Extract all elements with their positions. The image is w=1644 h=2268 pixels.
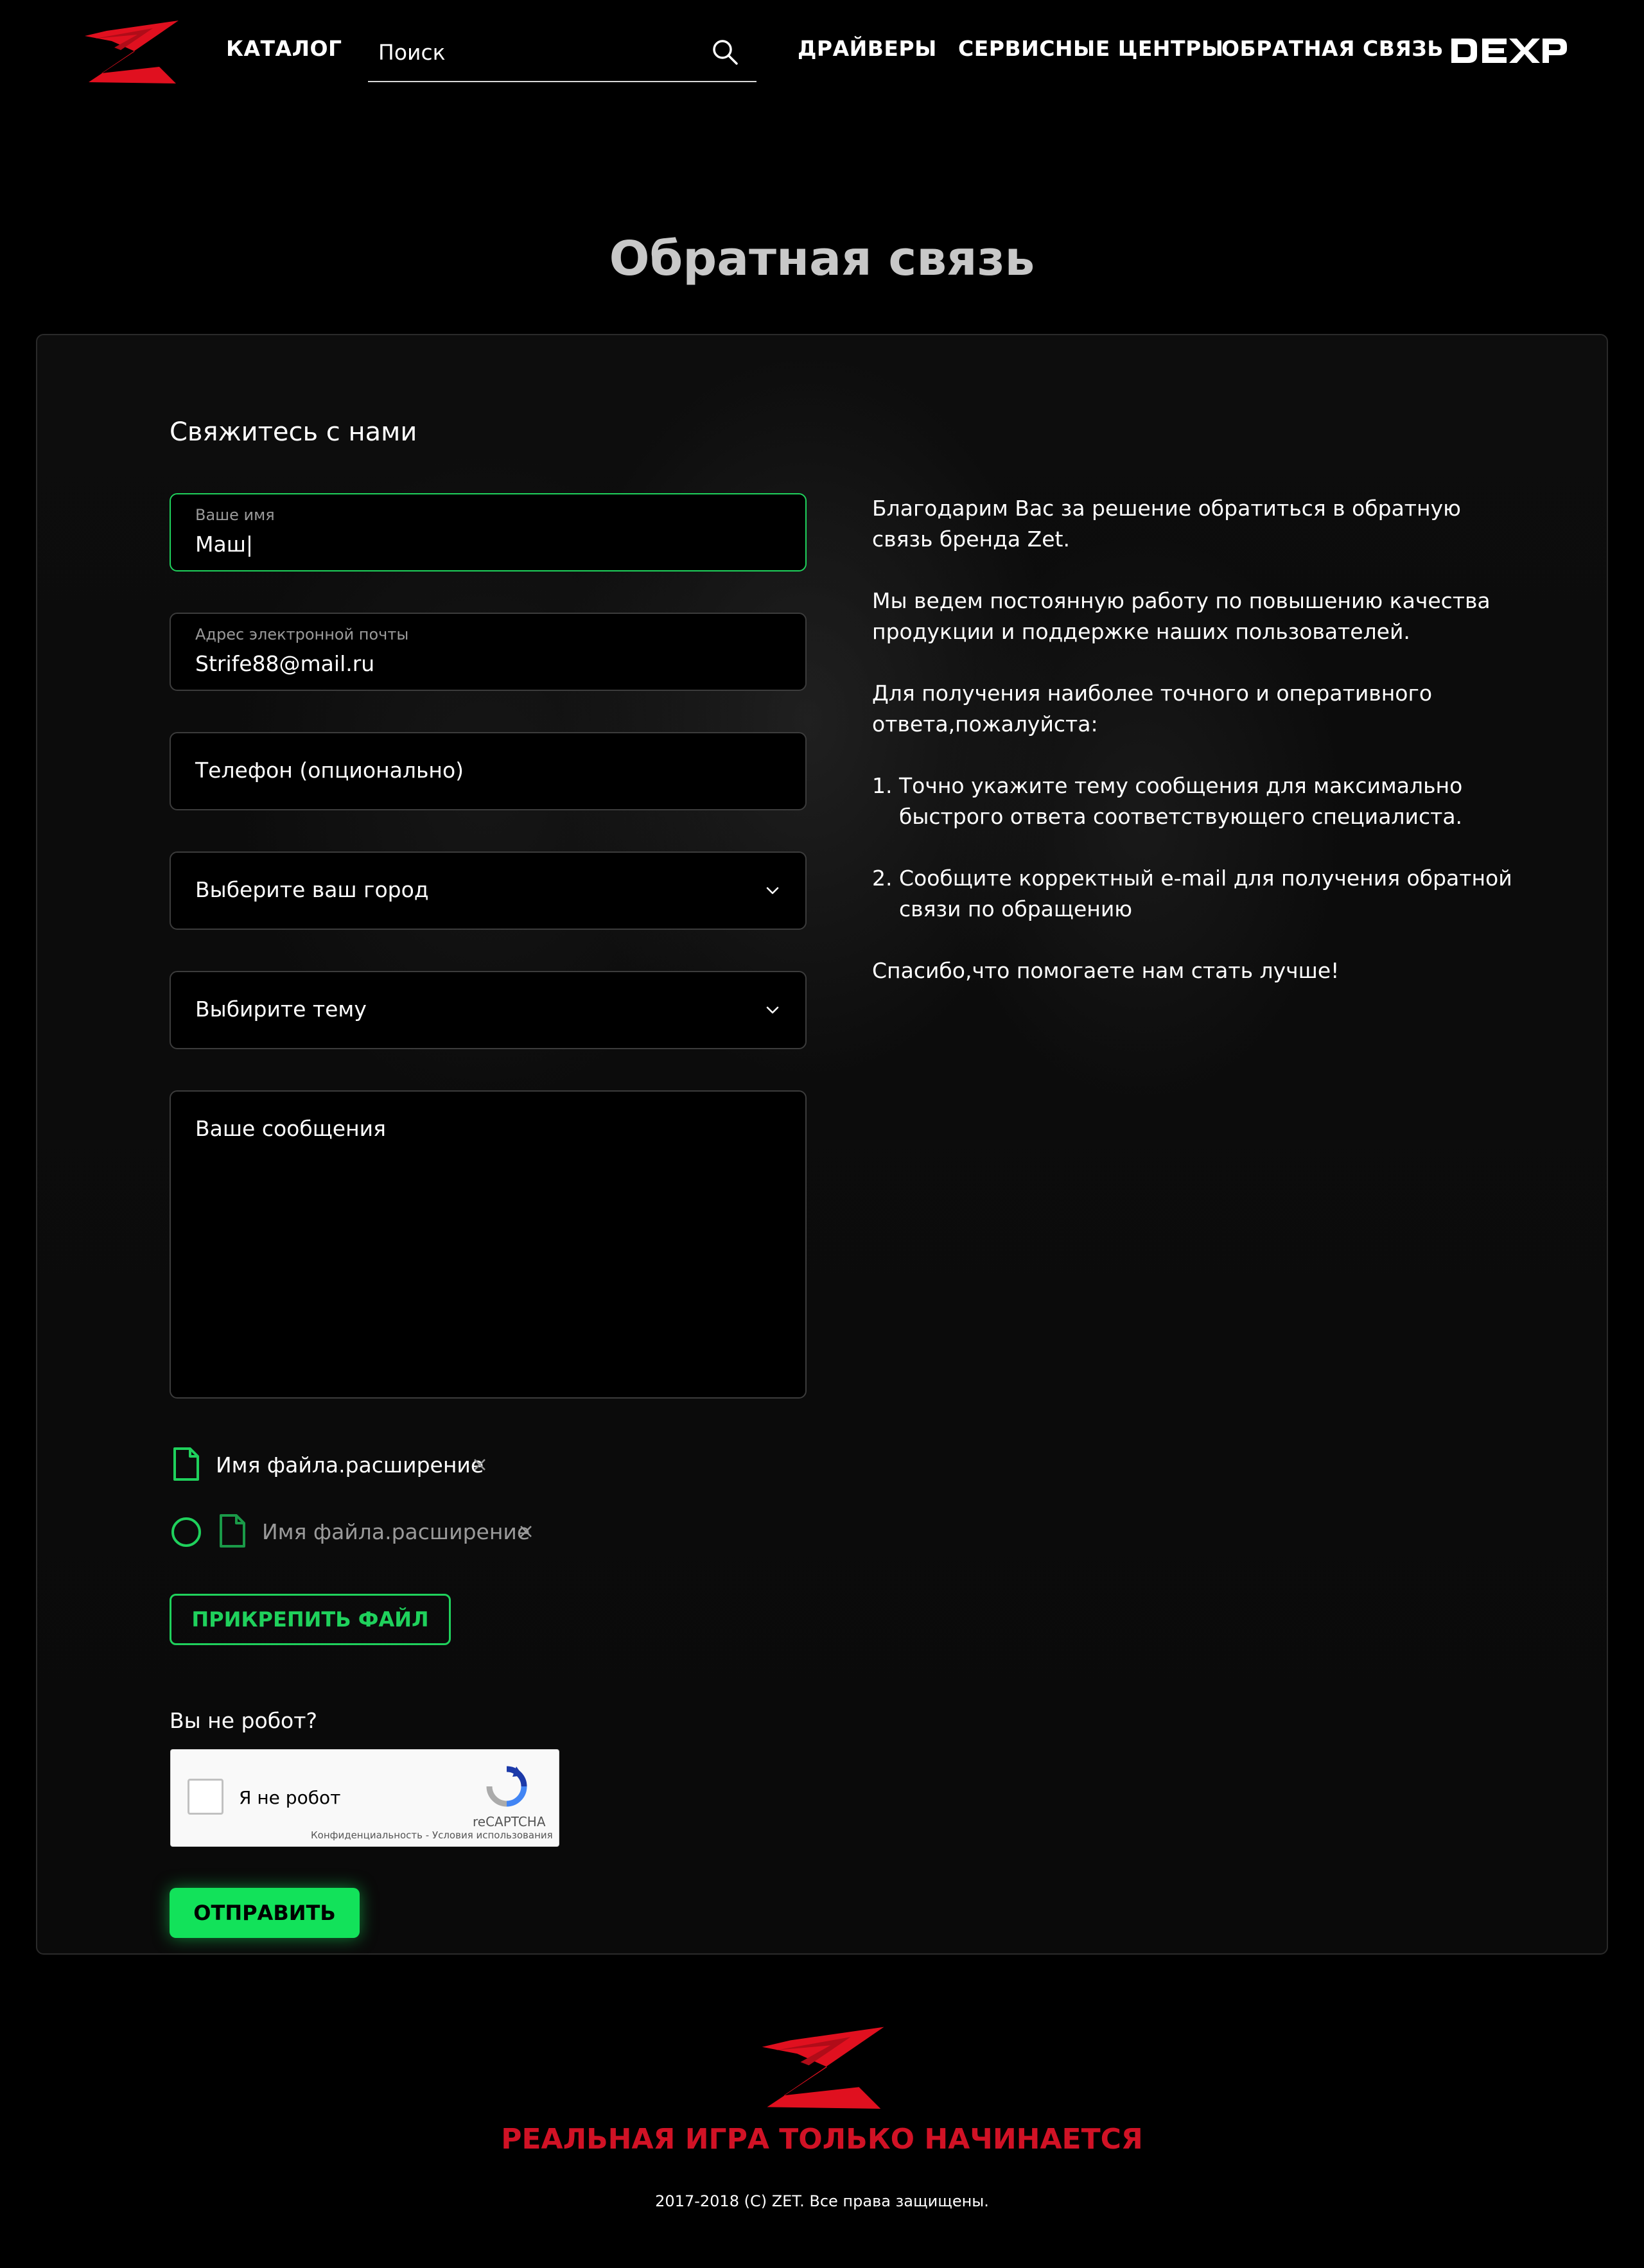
nav-catalog[interactable]: КАТАЛОГ bbox=[226, 36, 342, 61]
info-text: Благодарим Вас за решение обратиться в о… bbox=[872, 493, 1527, 1017]
email-field-value[interactable]: Strife88@mail.ru bbox=[195, 651, 374, 676]
file-icon bbox=[220, 1514, 245, 1548]
search-input[interactable] bbox=[378, 36, 699, 68]
chevron-down-icon[interactable] bbox=[764, 1002, 781, 1018]
footer-slogan: РЕАЛЬНАЯ ИГРА ТОЛЬКО НАЧИНАЕТСЯ bbox=[501, 2123, 1143, 2156]
recaptcha-terms[interactable]: Конфиденциальность - Условия использован… bbox=[311, 1829, 553, 1841]
attached-file: Имя файла.расширение bbox=[170, 1446, 503, 1485]
form-heading: Свяжитесь с нами bbox=[170, 417, 417, 447]
footer-copyright: 2017-2018 (С) ZET. Все права защищены. bbox=[655, 2192, 989, 2210]
nav-drivers[interactable]: ДРАЙВЕРЫ bbox=[798, 36, 937, 61]
info-paragraph: Благодарим Вас за решение обратиться в о… bbox=[872, 496, 1461, 552]
name-field-label: Ваше имя bbox=[195, 506, 275, 524]
submit-button[interactable]: ОТПРАВИТЬ bbox=[170, 1888, 360, 1938]
info-paragraph: Спасибо,что помогаете нам стать лучше! bbox=[872, 958, 1340, 983]
uploading-file: Имя файла.расширение bbox=[170, 1513, 555, 1551]
file-name: Имя файла.расширение bbox=[216, 1452, 484, 1478]
file-icon bbox=[173, 1447, 199, 1481]
info-list-item: 2. Сообщите корректный e-mail для получе… bbox=[872, 866, 1512, 921]
email-field-label: Адрес электронной почты bbox=[195, 625, 409, 643]
file-name: Имя файла.расширение bbox=[262, 1519, 530, 1544]
info-paragraph: Для получения наиболее точного и операти… bbox=[872, 681, 1433, 737]
city-select-placeholder: Выберите ваш город bbox=[195, 877, 429, 902]
close-icon[interactable] bbox=[471, 1456, 488, 1473]
recaptcha-brand: reCAPTCHA bbox=[473, 1814, 546, 1829]
phone-field[interactable]: Телефон (опционально) bbox=[170, 732, 807, 810]
info-paragraph: Мы ведем постоянную работу по повышению … bbox=[872, 588, 1491, 644]
chevron-down-icon[interactable] bbox=[764, 882, 781, 899]
recaptcha-icon bbox=[486, 1766, 527, 1807]
search-box bbox=[368, 26, 756, 82]
topic-select[interactable]: Выбирите тему bbox=[170, 971, 807, 1049]
nav-feedback[interactable]: ОБРАТНАЯ СВЯЗЬ bbox=[1221, 36, 1444, 61]
message-textarea[interactable]: Ваше сообщения bbox=[170, 1090, 807, 1399]
close-icon[interactable] bbox=[518, 1523, 534, 1540]
recaptcha-checkbox[interactable] bbox=[188, 1779, 223, 1815]
recaptcha-widget: Я не робот reCAPTCHA Конфиденциальность … bbox=[170, 1749, 559, 1847]
phone-field-placeholder: Телефон (опционально) bbox=[195, 758, 464, 783]
recaptcha-label: Я не робот bbox=[239, 1787, 341, 1808]
name-field-value[interactable]: Маш| bbox=[195, 532, 253, 557]
search-icon[interactable] bbox=[712, 39, 739, 65]
dexp-logo-icon[interactable] bbox=[1449, 35, 1570, 67]
name-field[interactable]: Ваше имя Маш| bbox=[170, 493, 807, 571]
city-select[interactable]: Выберите ваш город bbox=[170, 851, 807, 930]
topic-select-placeholder: Выбирите тему bbox=[195, 997, 367, 1022]
attach-file-button[interactable]: ПРИКРЕПИТЬ ФАЙЛ bbox=[170, 1594, 451, 1645]
info-list-item: 1. Точно укажите тему сообщения для макс… bbox=[872, 773, 1463, 829]
zet-logo-icon[interactable] bbox=[76, 19, 185, 83]
site-header: КАТАЛОГ ДРАЙВЕРЫ СЕРВИСНЫЕ ЦЕНТРЫ ОБРАТН… bbox=[0, 0, 1644, 103]
message-placeholder: Ваше сообщения bbox=[195, 1116, 386, 1141]
email-field[interactable]: Адрес электронной почты Strife88@mail.ru bbox=[170, 613, 807, 691]
robot-label: Вы не робот? bbox=[170, 1708, 317, 1733]
spinner-icon bbox=[171, 1517, 201, 1547]
nav-service-centers[interactable]: СЕРВИСНЫЕ ЦЕНТРЫ bbox=[958, 36, 1223, 61]
zet-logo-icon bbox=[762, 2027, 884, 2109]
page-title: Обратная связь bbox=[609, 231, 1035, 286]
